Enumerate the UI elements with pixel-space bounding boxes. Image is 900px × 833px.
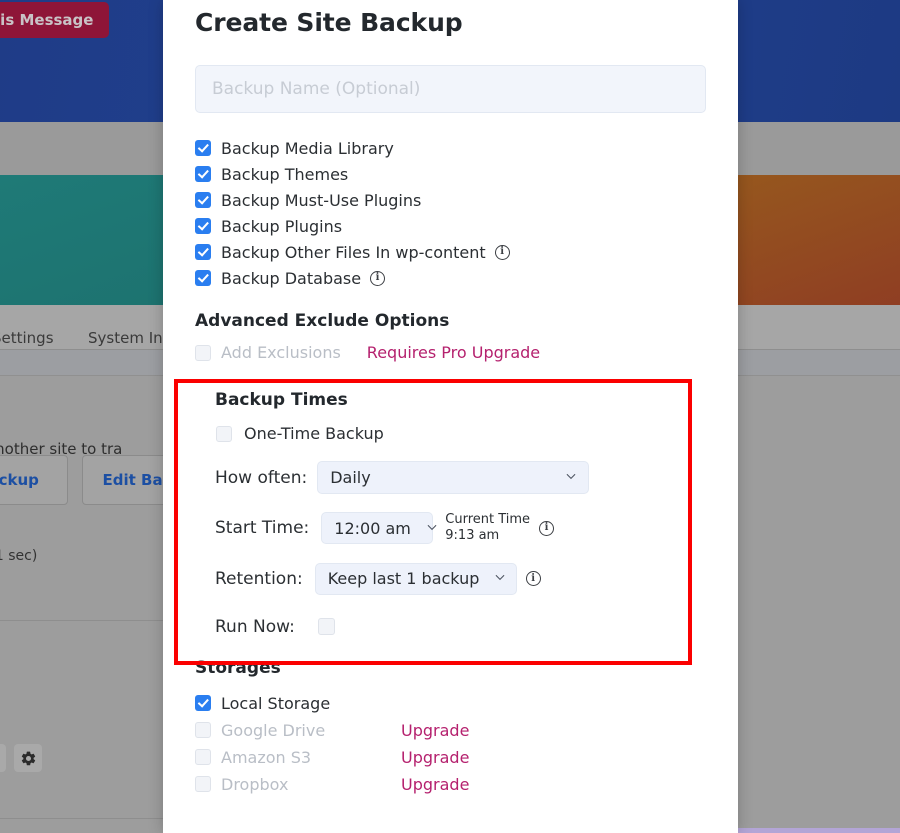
storages-list: Local Storage Google Drive Upgrade Amazo… xyxy=(195,690,706,798)
checkbox-run-now[interactable] xyxy=(317,618,335,635)
backup-times-heading: Backup Times xyxy=(215,390,348,410)
backup-item-label: Backup Other Files In wp-content xyxy=(221,242,486,262)
storage-label: Google Drive xyxy=(221,720,326,740)
checkbox-backup-plugins[interactable] xyxy=(195,218,211,234)
close-message-button[interactable]: se this Message xyxy=(0,2,110,38)
backup-item-must-use-plugins[interactable]: Backup Must-Use Plugins xyxy=(195,187,706,213)
start-time-select[interactable]: 12:00 am xyxy=(321,512,437,545)
background-duration-text: 21 sec) xyxy=(0,548,38,564)
gear-icon[interactable] xyxy=(14,744,42,772)
background-bottom-accent xyxy=(737,828,900,833)
backup-item-other-files[interactable]: Backup Other Files In wp-content i xyxy=(195,239,706,265)
advanced-exclude-heading: Advanced Exclude Options xyxy=(195,311,450,331)
orange-panel-right xyxy=(737,175,900,305)
info-icon-current-time[interactable]: i xyxy=(539,520,555,536)
backup-item-themes[interactable]: Backup Themes xyxy=(195,161,706,187)
background-backup-button[interactable]: Backup xyxy=(0,455,68,505)
checkbox-backup-themes[interactable] xyxy=(195,166,211,182)
checkbox-local-storage[interactable] xyxy=(195,695,211,711)
info-icon-retention[interactable]: i xyxy=(525,571,541,586)
storage-row-amazon-s3[interactable]: Amazon S3 Upgrade xyxy=(195,744,706,771)
retention-label: Retention: xyxy=(215,568,303,589)
backup-item-label: Backup Media Library xyxy=(221,138,394,158)
teal-panel-left xyxy=(0,175,164,305)
background-toolbar-button[interactable] xyxy=(0,744,6,772)
backup-item-database[interactable]: Backup Database i xyxy=(195,265,706,291)
chevron-down-icon xyxy=(550,468,578,487)
info-icon-database[interactable]: i xyxy=(370,270,386,286)
upgrade-link-dropbox[interactable]: Upgrade xyxy=(401,775,469,794)
backup-items-list: Backup Media Library Backup Themes Backu… xyxy=(195,135,706,291)
background-divider-bottom xyxy=(0,818,164,819)
retention-row: Retention: Keep last 1 backup i xyxy=(215,562,706,595)
storage-label: Amazon S3 xyxy=(221,747,312,767)
checkbox-google-drive[interactable] xyxy=(195,722,211,738)
one-time-backup-row[interactable]: One-Time Backup xyxy=(215,424,706,443)
backup-times-section: Backup Times One-Time Backup How often: … xyxy=(195,379,706,637)
requires-pro-upgrade-link[interactable]: Requires Pro Upgrade xyxy=(367,343,540,362)
checkbox-one-time-backup[interactable] xyxy=(216,425,232,442)
add-exclusions-label: Add Exclusions xyxy=(221,343,341,362)
start-time-row: Start Time: 12:00 am Current Time 9:13 a… xyxy=(215,512,706,545)
backup-item-media-library[interactable]: Backup Media Library xyxy=(195,135,706,161)
backup-item-label: Backup Themes xyxy=(221,164,349,184)
current-time-label: Current Time xyxy=(445,512,531,527)
tab-settings[interactable]: Settings xyxy=(0,329,54,347)
start-time-label: Start Time: xyxy=(215,518,310,539)
storages-heading: Storages xyxy=(195,657,281,678)
start-time-value: 12:00 am xyxy=(334,518,411,538)
background-divider-top xyxy=(0,620,164,621)
storage-label: Local Storage xyxy=(221,693,331,713)
add-exclusions-row[interactable]: Add Exclusions Requires Pro Upgrade xyxy=(195,343,706,362)
checkbox-backup-other-files[interactable] xyxy=(195,244,211,260)
backup-item-label: Backup Plugins xyxy=(221,216,343,236)
run-now-label: Run Now: xyxy=(215,616,295,637)
run-now-row: Run Now: xyxy=(215,617,706,637)
how-often-value: Daily xyxy=(330,468,371,487)
checkbox-backup-must-use-plugins[interactable] xyxy=(195,192,211,208)
storage-row-dropbox[interactable]: Dropbox Upgrade xyxy=(195,771,706,798)
current-time-value: 9:13 am xyxy=(445,528,500,544)
page-title: Create Site Backup xyxy=(195,8,463,37)
checkbox-amazon-s3[interactable] xyxy=(195,749,211,765)
current-time-display: Current Time 9:13 am xyxy=(445,512,530,545)
upgrade-link-google-drive[interactable]: Upgrade xyxy=(401,721,469,740)
one-time-backup-label: One-Time Backup xyxy=(244,424,384,443)
upgrade-link-amazon-s3[interactable]: Upgrade xyxy=(401,748,469,767)
retention-value: Keep last 1 backup xyxy=(327,569,480,588)
tab-system-info[interactable]: System Inf xyxy=(88,329,168,347)
backup-item-label: Backup Must-Use Plugins xyxy=(221,190,422,210)
backup-item-plugins[interactable]: Backup Plugins xyxy=(195,213,706,239)
checkbox-add-exclusions[interactable] xyxy=(195,344,211,361)
screen: se this Message Settings System Inf iles… xyxy=(0,0,900,833)
chevron-down-icon xyxy=(411,519,439,538)
checkbox-backup-database[interactable] xyxy=(195,270,211,286)
create-site-backup-modal: Create Site Backup Backup Media Library … xyxy=(163,0,738,833)
storage-row-google-drive[interactable]: Google Drive Upgrade xyxy=(195,717,706,744)
info-icon-other-files[interactable]: i xyxy=(494,244,510,260)
storage-label: Dropbox xyxy=(221,774,289,794)
backup-name-input[interactable] xyxy=(195,65,706,113)
backup-item-label: Backup Database xyxy=(221,268,362,288)
checkbox-backup-media-library[interactable] xyxy=(195,140,211,156)
how-often-label: How often: xyxy=(215,467,308,488)
retention-select[interactable]: Keep last 1 backup xyxy=(314,562,517,595)
storage-row-local[interactable]: Local Storage xyxy=(195,690,706,717)
chevron-down-icon xyxy=(479,569,507,588)
how-often-select[interactable]: Daily xyxy=(317,461,590,494)
checkbox-dropbox[interactable] xyxy=(195,776,211,792)
how-often-row: How often: Daily xyxy=(215,461,706,494)
